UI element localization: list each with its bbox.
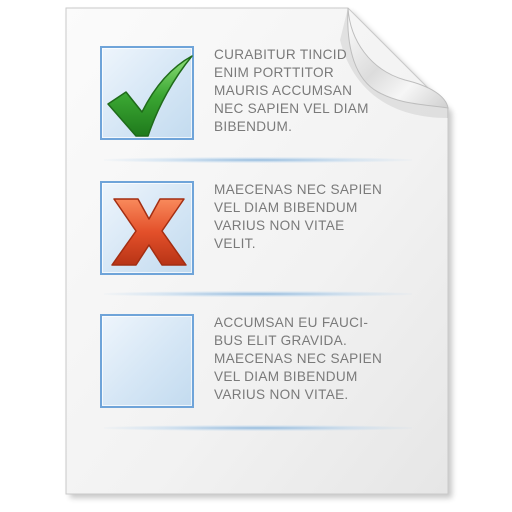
separator — [104, 291, 412, 297]
item-text: CURABITUR TINCID ENIM PORTTITOR MAURIS A… — [214, 47, 369, 134]
checkbox-crossed[interactable] — [100, 181, 194, 275]
checkbox-empty[interactable] — [100, 314, 194, 408]
item-text: MAECENAS NEC SAPIEN VEL DIAM BIBENDUM VA… — [214, 182, 383, 251]
checkbox-checked[interactable] — [100, 46, 194, 140]
separator — [104, 157, 412, 163]
document-icon: CURABITUR TINCID ENIM PORTTITOR MAURIS A… — [0, 0, 512, 512]
red-x-icon — [111, 198, 187, 266]
separator — [104, 425, 412, 431]
item-text: ACCUMSAN EU FAUCI- BUS ELIT GRAVIDA. MAE… — [214, 315, 383, 402]
green-checkmark-icon — [107, 55, 193, 137]
